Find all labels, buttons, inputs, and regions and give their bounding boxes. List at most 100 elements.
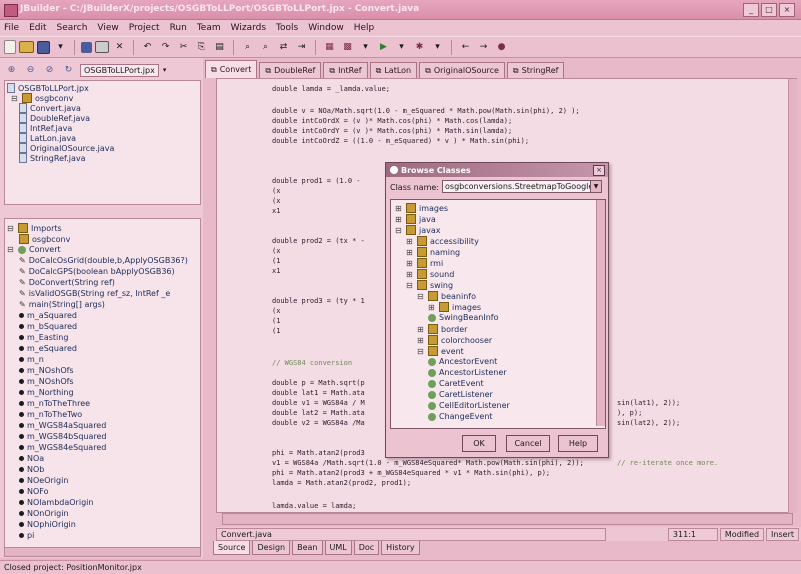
- expand-icon[interactable]: ⊞: [406, 237, 414, 246]
- class-tree-item[interactable]: AncestorListener: [428, 368, 507, 377]
- class-tree-item[interactable]: ⊟ event: [417, 346, 464, 356]
- project-file-item[interactable]: ⊟ osgbconv: [11, 93, 73, 103]
- save-all-icon[interactable]: [81, 41, 92, 53]
- find-next-icon[interactable]: ⌕: [258, 40, 273, 55]
- menu-file[interactable]: File: [4, 23, 19, 33]
- tab-originalosource[interactable]: ⧉ OriginalOSource: [419, 62, 505, 78]
- project-root[interactable]: OSGBToLLPort.jpx: [7, 83, 89, 93]
- run-options-icon[interactable]: ▾: [394, 40, 409, 55]
- structure-hscroll[interactable]: [4, 547, 201, 557]
- editor-vscroll[interactable]: [788, 79, 797, 513]
- structure-item[interactable]: ✎ DoConvert(String ref): [19, 278, 115, 287]
- expand-icon[interactable]: ⊞: [428, 303, 436, 312]
- expand-icon[interactable]: ⊟: [406, 281, 414, 290]
- menu-window[interactable]: Window: [308, 23, 344, 33]
- class-tree[interactable]: ⊞ images ⊞ java ⊟ javax ⊞ accessibility ⊞ naming ⊞…: [390, 199, 606, 429]
- expand-icon[interactable]: ⊟: [417, 292, 425, 301]
- expand-icon[interactable]: ⊟: [7, 245, 15, 254]
- menu-view[interactable]: View: [97, 23, 118, 33]
- expand-icon[interactable]: ⊟: [395, 226, 403, 235]
- view-tab-design[interactable]: Design: [252, 541, 291, 555]
- class-tree-item[interactable]: ChangeEvent: [428, 412, 493, 421]
- structure-item[interactable]: NOb: [19, 465, 44, 474]
- tab-intref[interactable]: ⧉ IntRef: [323, 62, 368, 78]
- class-tree-scrollbar[interactable]: [596, 200, 605, 426]
- structure-item[interactable]: m_aSquared: [19, 311, 77, 320]
- structure-item[interactable]: m_n: [19, 355, 44, 364]
- structure-item[interactable]: ✎ DoCalcOsGrid(double,b,ApplyOSGB36?): [19, 256, 188, 265]
- open-folder-icon[interactable]: [19, 41, 34, 53]
- structure-item[interactable]: NOlambdaOrigin: [19, 498, 93, 507]
- project-refresh-icon[interactable]: ↻: [61, 63, 76, 78]
- class-tree-item[interactable]: ⊞ rmi: [406, 258, 443, 268]
- project-file-item[interactable]: LatLon.java: [19, 133, 76, 143]
- menu-wizards[interactable]: Wizards: [231, 23, 266, 33]
- class-tree-item[interactable]: AncestorEvent: [428, 357, 497, 366]
- redo-icon[interactable]: ↷: [158, 40, 173, 55]
- menu-project[interactable]: Project: [129, 23, 160, 33]
- class-tree-item[interactable]: ⊞ images: [395, 203, 448, 213]
- structure-item[interactable]: NOphiOrigin: [19, 520, 76, 529]
- menu-help[interactable]: Help: [354, 23, 375, 33]
- menu-team[interactable]: Team: [197, 23, 221, 33]
- build-dropdown-icon[interactable]: ▾: [358, 40, 373, 55]
- project-file-item[interactable]: IntRef.java: [19, 123, 72, 133]
- project-file-item[interactable]: DoubleRef.java: [19, 113, 90, 123]
- view-tab-uml[interactable]: UML: [324, 541, 352, 555]
- structure-item[interactable]: NOeOrigin: [19, 476, 68, 485]
- class-tree-item[interactable]: ⊟ swing: [406, 280, 453, 290]
- rebuild-icon[interactable]: ▩: [340, 40, 355, 55]
- ok-button[interactable]: OK: [462, 435, 496, 452]
- class-tree-item[interactable]: ⊞ sound: [406, 269, 454, 279]
- menu-edit[interactable]: Edit: [29, 23, 46, 33]
- expand-icon[interactable]: ⊞: [406, 259, 414, 268]
- structure-item[interactable]: m_bSquared: [19, 322, 77, 331]
- project-remove-icon[interactable]: ⊖: [23, 63, 38, 78]
- structure-item[interactable]: ✎ DoCalcGPS(boolean bApplyOSGB36): [19, 267, 175, 276]
- new-file-icon[interactable]: [4, 40, 16, 54]
- find-icon[interactable]: ⌕: [240, 40, 255, 55]
- save-icon[interactable]: [37, 40, 50, 54]
- make-icon[interactable]: ▦: [322, 40, 337, 55]
- tab-convert[interactable]: ⧉ Convert: [205, 60, 258, 78]
- class-tree-item[interactable]: ⊞ naming: [406, 247, 460, 257]
- expand-icon[interactable]: ⊞: [417, 336, 425, 345]
- project-close-icon[interactable]: ⊘: [42, 63, 57, 78]
- class-tree-item[interactable]: ⊞ accessibility: [406, 236, 479, 246]
- expand-icon[interactable]: ⊞: [406, 248, 414, 257]
- structure-item[interactable]: m_Northing: [19, 388, 74, 397]
- project-add-icon[interactable]: ⊕: [4, 63, 19, 78]
- structure-item[interactable]: m_NOshOfs: [19, 366, 74, 375]
- expand-icon[interactable]: ⊞: [395, 204, 403, 213]
- tab-stringref[interactable]: ⧉ StringRef: [506, 62, 565, 78]
- class-tree-item[interactable]: SwingBeanInfo: [428, 313, 499, 322]
- expand-icon[interactable]: ⊟: [417, 347, 425, 356]
- tab-doubleref[interactable]: ⧉ DoubleRef: [259, 62, 322, 78]
- class-tree-item[interactable]: ⊟ javax: [395, 225, 441, 235]
- project-combo[interactable]: OSGBToLLPort.jpx: [80, 63, 159, 77]
- close-button[interactable]: ×: [779, 3, 795, 17]
- goto-icon[interactable]: ⇥: [294, 40, 309, 55]
- dialog-close-button[interactable]: ×: [593, 165, 605, 176]
- help-button[interactable]: Help: [558, 435, 598, 452]
- class-name-combo[interactable]: osgbconversions.StreetmapToGoogleMaps ▼: [442, 180, 602, 193]
- structure-item[interactable]: NOa: [19, 454, 44, 463]
- structure-item[interactable]: m_WGS84bSquared: [19, 432, 106, 441]
- structure-item[interactable]: m_NOshOfs: [19, 377, 74, 386]
- structure-item[interactable]: NOFo: [19, 487, 49, 496]
- class-tree-item[interactable]: ⊞ java: [395, 214, 436, 224]
- copy-icon[interactable]: ⎘: [194, 40, 209, 55]
- expand-icon[interactable]: ⊞: [417, 325, 425, 334]
- expand-icon[interactable]: ⊟: [11, 94, 19, 103]
- class-tree-item[interactable]: ⊞ colorchooser: [417, 335, 492, 345]
- maximize-button[interactable]: □: [761, 3, 777, 17]
- menu-search[interactable]: Search: [57, 23, 88, 33]
- undo-icon[interactable]: ↶: [140, 40, 155, 55]
- paste-icon[interactable]: ▤: [212, 40, 227, 55]
- editor-hscroll[interactable]: [222, 513, 793, 525]
- run-icon[interactable]: ▶: [376, 40, 391, 55]
- structure-item[interactable]: m_nToTheTwo: [19, 410, 82, 419]
- help-icon[interactable]: ●: [494, 40, 509, 55]
- close-file-icon[interactable]: ✕: [112, 40, 127, 55]
- structure-item[interactable]: ✎ isValidOSGB(String ref_sz, IntRef _e: [19, 289, 170, 298]
